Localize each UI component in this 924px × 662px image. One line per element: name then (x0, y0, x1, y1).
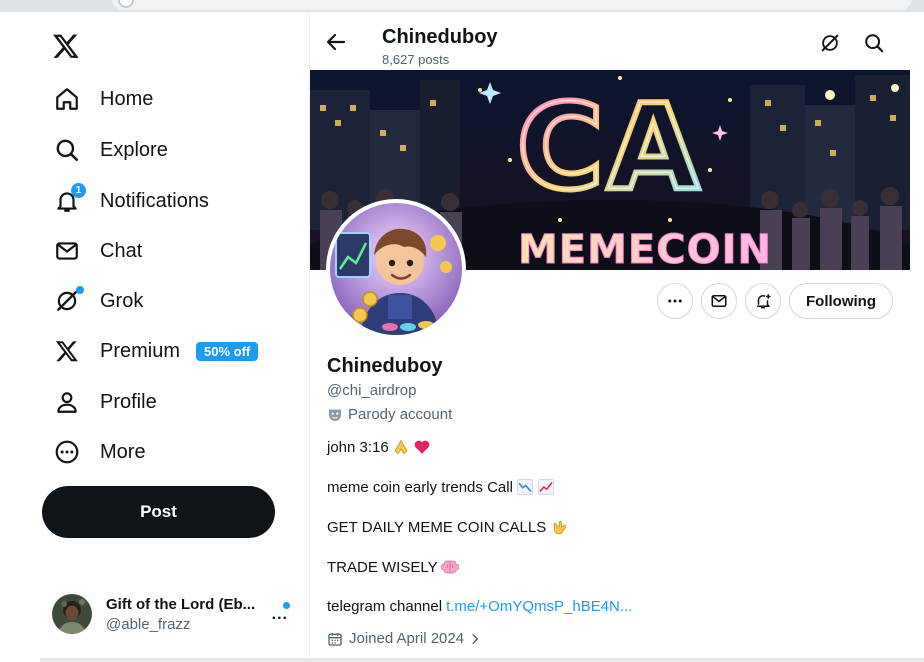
chart-down-icon (516, 478, 534, 496)
call-me-hand-icon (551, 518, 569, 536)
nav-notifications[interactable]: 1 Notifications (40, 178, 223, 224)
notifications-badge: 1 (71, 183, 86, 198)
account-name: Gift of the Lord (Eb... (106, 595, 256, 613)
nav-home-label: Home (100, 87, 154, 110)
account-avatar (52, 594, 92, 634)
profile-handle: @chi_airdrop (327, 382, 417, 399)
left-sidebar: Home Explore 1 Notifications Chat Grok P… (0, 12, 310, 662)
nav-profile-label: Profile (100, 390, 157, 413)
bio-text-4: TRADE WISELY (327, 558, 438, 576)
grok-icon[interactable] (819, 32, 843, 56)
nav-chat-label: Chat (100, 239, 143, 262)
header-post-count: 8,627 posts (382, 52, 450, 67)
bell-icon: 1 (54, 183, 86, 214)
envelope-icon (54, 238, 80, 264)
parody-mask-icon (329, 409, 341, 421)
nav-explore-label: Explore (100, 138, 168, 161)
nav-grok[interactable]: Grok (40, 278, 157, 324)
more-horizontal-icon (668, 299, 682, 303)
brain-icon (440, 558, 459, 576)
profile-avatar[interactable] (326, 199, 466, 339)
calendar-icon (328, 632, 342, 646)
bio-text-1: john 3:16 (327, 438, 389, 456)
premium-promo-badge: 50% off (196, 341, 259, 361)
bio-text-3: GET DAILY MEME COIN CALLS (327, 518, 547, 536)
account-handle: @able_frazz (106, 615, 191, 633)
nav-profile[interactable]: Profile (40, 379, 171, 425)
red-heart-icon (413, 438, 431, 456)
nav-chat[interactable]: Chat (40, 228, 156, 274)
parody-label: Parody account (327, 406, 452, 423)
bio-line-1: john 3:16 (327, 438, 431, 456)
bio-line-2: meme coin early trends Call (327, 478, 555, 496)
nav-more[interactable]: More (40, 429, 160, 475)
following-button[interactable]: Following (789, 283, 893, 319)
message-button[interactable] (701, 283, 737, 319)
notify-bell-button[interactable] (745, 283, 781, 319)
bell-plus-icon (757, 294, 771, 309)
bio-text-5: telegram channel (327, 598, 443, 615)
header-profile-name: Chineduboy (382, 26, 498, 48)
bio-line-4: TRADE WISELY (327, 558, 459, 576)
parody-text: Parody account (348, 406, 453, 423)
person-icon (54, 389, 80, 415)
nav-premium[interactable]: Premium 50% off (40, 328, 272, 374)
praying-hands-icon (392, 438, 410, 456)
address-bar[interactable] (112, 0, 912, 10)
post-button[interactable]: Post (42, 486, 275, 538)
chart-up-icon (537, 478, 555, 496)
nav-more-label: More (100, 440, 146, 463)
grok-dot (76, 286, 84, 294)
bio-line-3: GET DAILY MEME COIN CALLS (327, 518, 569, 536)
more-options-button[interactable] (657, 283, 693, 319)
more-circle-icon (54, 439, 80, 465)
profile-name: Chineduboy (327, 355, 443, 377)
banner-memecoin-text: MEMECOIN (518, 227, 772, 270)
chevron-right-icon (472, 633, 479, 644)
joined-date[interactable]: Joined April 2024 (327, 630, 482, 647)
banner-ca-text-glow: CA (517, 78, 703, 216)
x-logo-icon[interactable] (52, 32, 82, 62)
x-logo-icon (54, 338, 80, 364)
account-more-icon[interactable]: ... (272, 606, 288, 624)
profile-column: Chineduboy 8,627 posts CA CA MEMECOIN Fo… (309, 12, 910, 662)
profile-header-bar: Chineduboy 8,627 posts (310, 12, 910, 70)
search-icon (54, 137, 80, 163)
nav-notifications-label: Notifications (100, 189, 209, 212)
browser-address-strip (0, 0, 924, 12)
nav-home[interactable]: Home (40, 76, 167, 122)
envelope-icon (711, 295, 727, 307)
home-icon (54, 86, 80, 112)
window-bottom-edge (40, 658, 924, 662)
nav-grok-label: Grok (100, 289, 144, 312)
bio-line-5: telegram channel t.me/+OmYQmsP_hBE4N... (327, 598, 632, 615)
bio-text-2: meme coin early trends Call (327, 478, 513, 496)
search-icon[interactable] (863, 32, 887, 56)
nav-premium-label: Premium (100, 339, 181, 362)
account-switcher[interactable]: Gift of the Lord (Eb... @able_frazz ... (40, 584, 300, 644)
nav-explore[interactable]: Explore (40, 127, 182, 173)
grok-icon (54, 286, 84, 314)
telegram-link[interactable]: t.me/+OmYQmsP_hBE4N... (446, 598, 632, 615)
joined-text: Joined April 2024 (349, 630, 465, 647)
back-arrow-icon[interactable] (324, 30, 350, 56)
